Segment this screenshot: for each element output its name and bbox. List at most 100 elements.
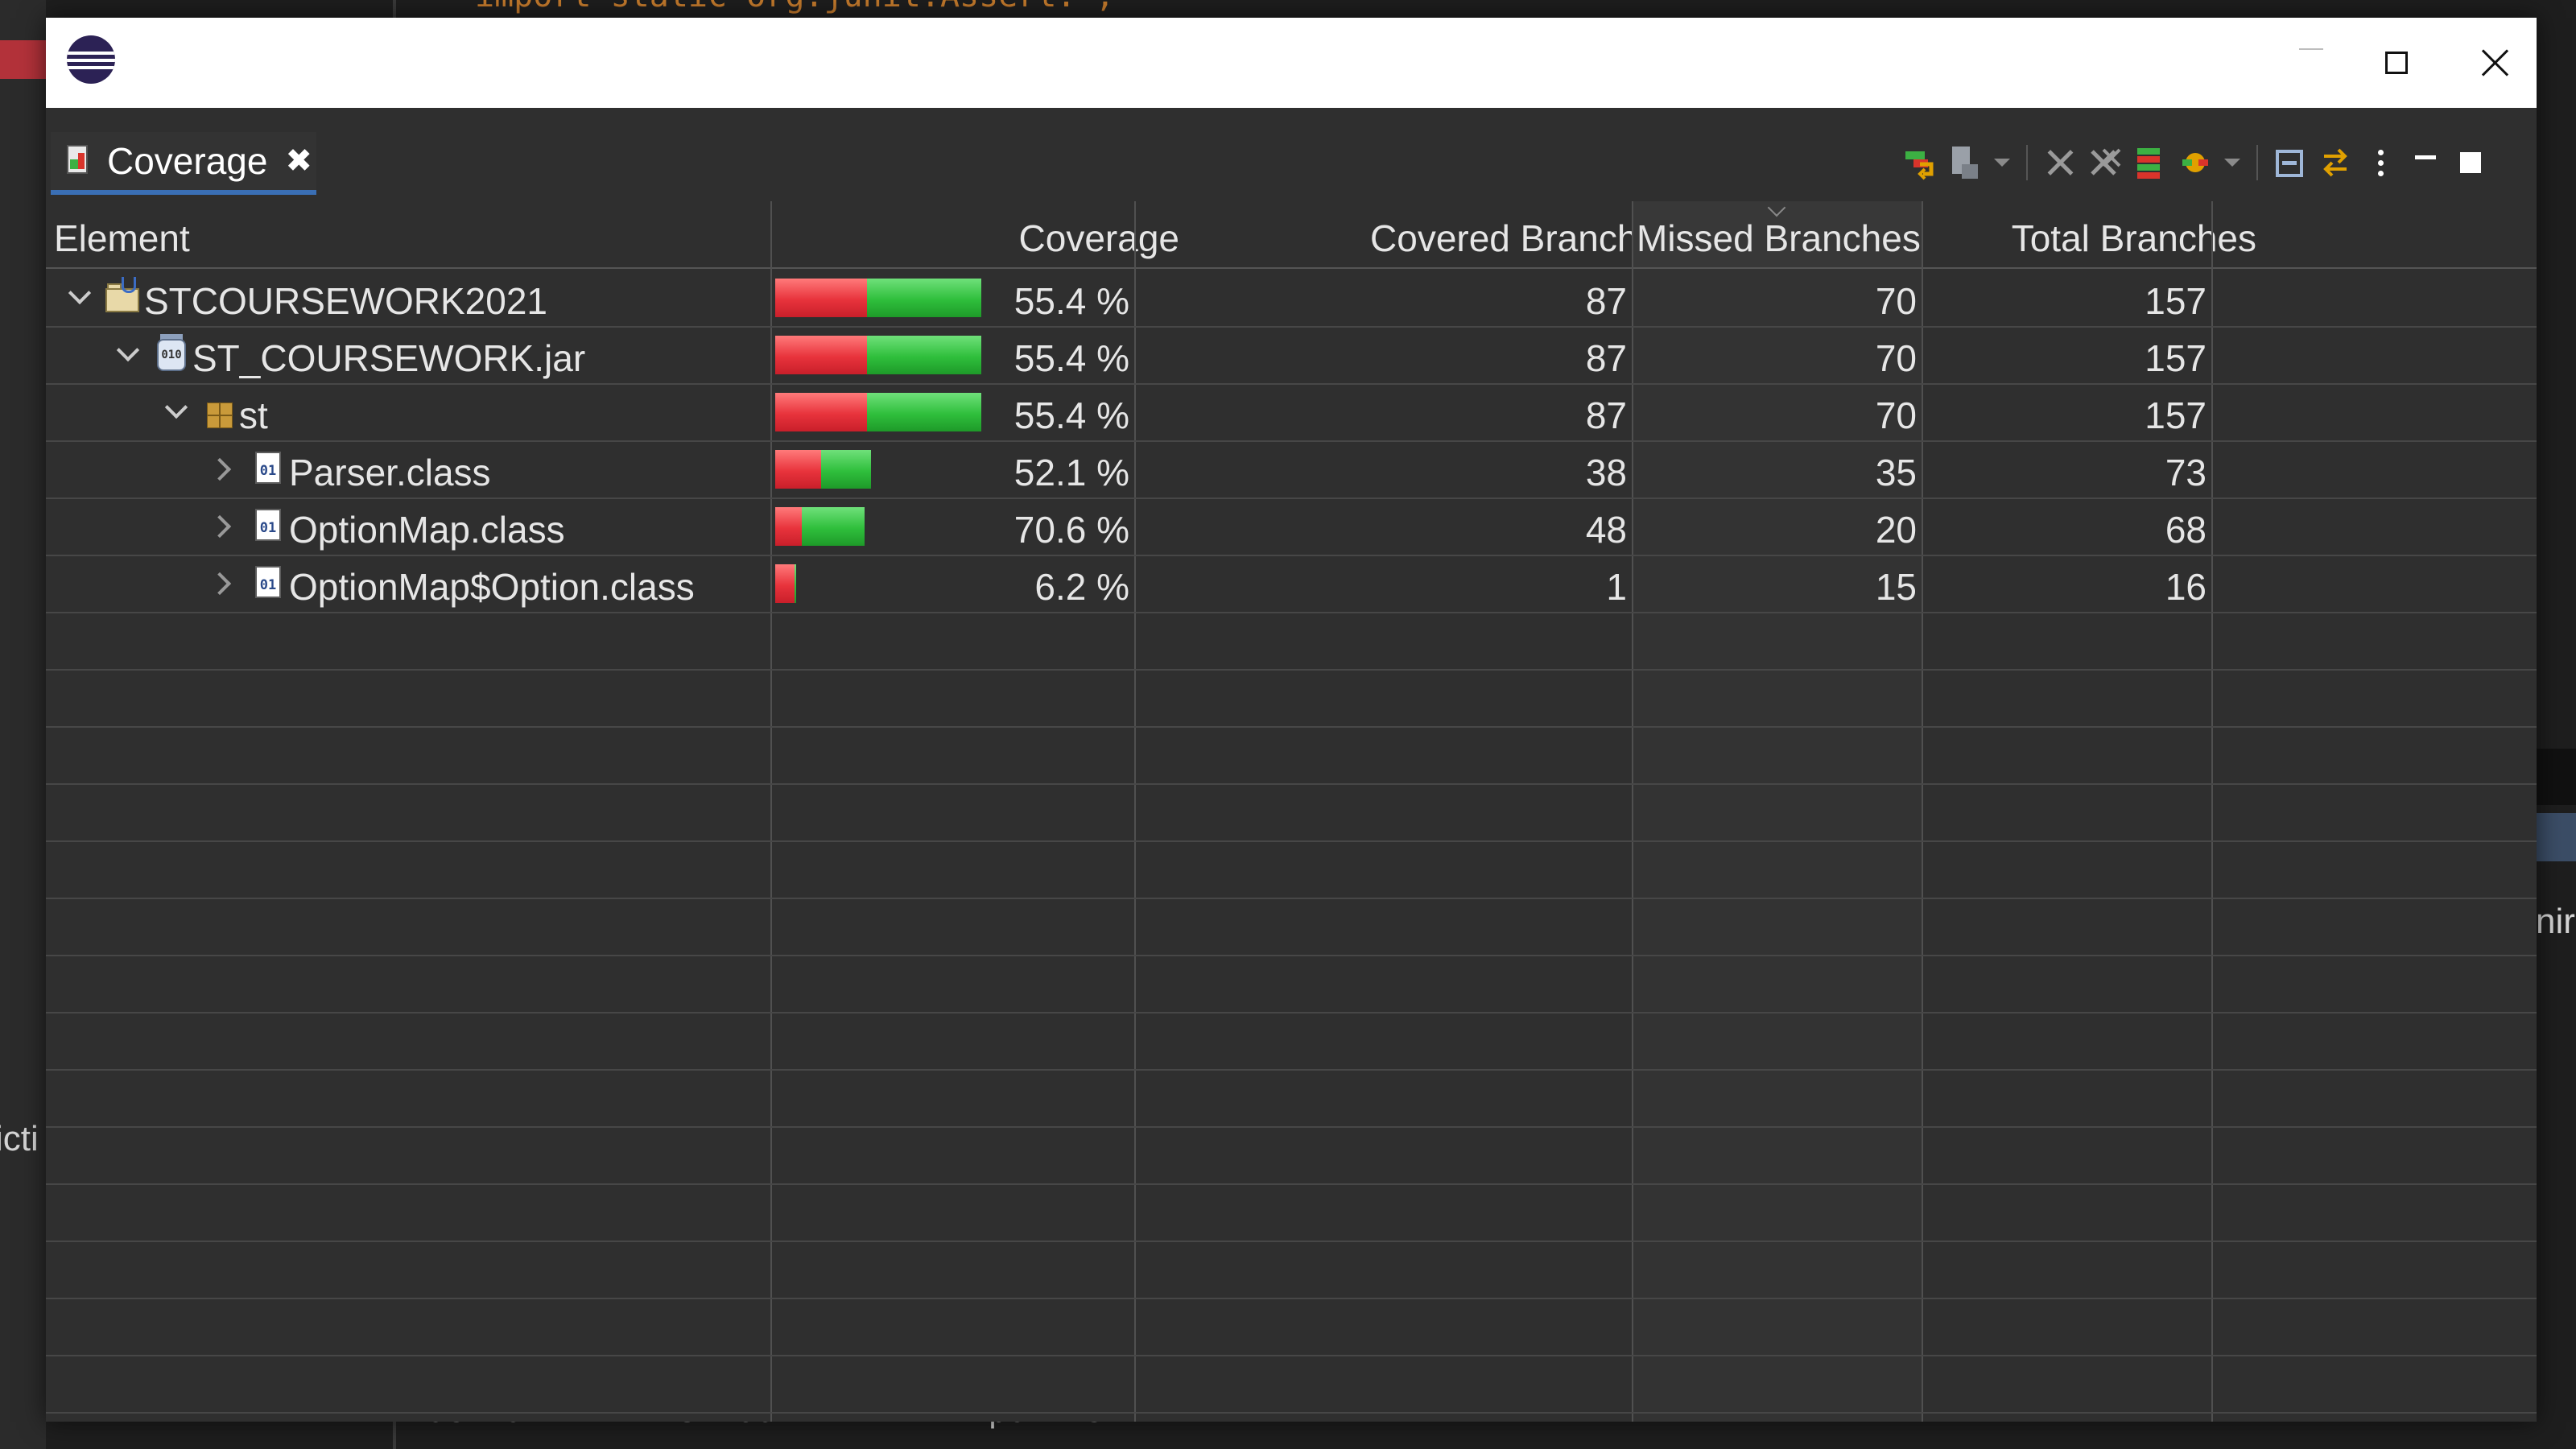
element-name: OptionMap.class xyxy=(289,509,565,551)
maximize-view-button[interactable] xyxy=(2448,140,2493,185)
class-file-icon: 01 xyxy=(250,563,286,601)
chevron-down-icon[interactable] xyxy=(68,287,88,306)
minimize-view-button[interactable] xyxy=(2403,140,2448,185)
covered-branches-value: 38 xyxy=(1585,452,1627,493)
tab-close-icon[interactable]: ✖ xyxy=(285,142,312,180)
class-file-icon: 01 xyxy=(250,448,286,487)
column-header-coverage[interactable]: Coverage xyxy=(772,201,1183,267)
more-options-icon xyxy=(2377,149,2384,176)
table-row[interactable]: 010 ST_COURSEWORK.jar 55.4 % 87 70 157 xyxy=(46,326,2537,385)
coverage-bar-missed xyxy=(775,450,822,489)
coverage-bar-missed xyxy=(775,393,868,431)
link-with-editor-icon xyxy=(2323,148,2347,177)
table-row xyxy=(46,1012,2537,1071)
table-row[interactable]: st 55.4 % 87 70 157 xyxy=(46,383,2537,442)
chevron-right-icon[interactable] xyxy=(213,458,233,477)
table-row xyxy=(46,612,2537,671)
total-branches-value: 68 xyxy=(2165,509,2207,551)
column-header-element[interactable]: Element xyxy=(51,201,397,267)
left-panel-text-fragment: icti xyxy=(0,1119,39,1158)
view-menu-button[interactable] xyxy=(2358,140,2403,185)
right-panel-dark-block xyxy=(2536,749,2576,805)
chevron-down-icon xyxy=(1994,159,2010,167)
element-name: OptionMap$Option.class xyxy=(289,566,695,608)
package-icon xyxy=(202,391,237,430)
table-row xyxy=(46,898,2537,956)
coverage-percent: 70.6 % xyxy=(1013,509,1129,551)
coverage-percent: 55.4 % xyxy=(1013,280,1129,322)
coverage-bar-missed xyxy=(775,279,868,317)
remove-all-icon xyxy=(2091,148,2121,175)
column-header-covered-branches[interactable]: Covered Branches xyxy=(1183,201,1680,267)
coverage-bar-missed xyxy=(775,507,802,546)
select-session-button[interactable] xyxy=(2173,140,2218,185)
merge-sessions-icon xyxy=(2137,148,2160,179)
merge-sessions-button[interactable] xyxy=(2128,140,2173,185)
element-name: Parser.class xyxy=(289,452,491,493)
total-branches-value: 157 xyxy=(2145,280,2207,322)
coverage-bar xyxy=(775,393,981,431)
coverage-window: Coverage ✖ Element Coverage Covered Bran… xyxy=(46,18,2537,1422)
chevron-down-icon[interactable] xyxy=(117,344,136,363)
view-tab-bar: Coverage ✖ xyxy=(46,108,2537,201)
coverage-report-icon xyxy=(65,145,91,177)
chevron-right-icon[interactable] xyxy=(213,515,233,535)
remove-all-sessions-button[interactable] xyxy=(2083,140,2128,185)
close-window-button[interactable] xyxy=(2466,39,2524,87)
remove-session-button[interactable] xyxy=(2037,140,2083,185)
coverage-bar-missed xyxy=(775,336,868,374)
table-row[interactable]: 01 Parser.class 52.1 % 38 35 73 xyxy=(46,440,2537,499)
chevron-down-icon[interactable] xyxy=(165,401,184,420)
dump-execution-data-button[interactable] xyxy=(1942,140,1988,185)
table-row xyxy=(46,840,2537,899)
left-panel-background xyxy=(0,0,46,1449)
coverage-percent: 6.2 % xyxy=(1034,566,1129,608)
relaunch-coverage-button[interactable] xyxy=(1897,140,1942,185)
table-row xyxy=(46,955,2537,1013)
covered-branches-value: 87 xyxy=(1585,280,1627,322)
left-panel-red-marker xyxy=(0,40,46,79)
column-header-total-branches[interactable]: Total Branches xyxy=(1922,201,2260,267)
collapse-all-button[interactable] xyxy=(2268,140,2313,185)
missed-branches-value: 70 xyxy=(1875,337,1917,379)
tab-coverage[interactable]: Coverage ✖ xyxy=(51,132,316,195)
maximize-window-button[interactable] xyxy=(2368,39,2425,87)
remove-icon xyxy=(2044,147,2076,179)
total-branches-value: 157 xyxy=(2145,394,2207,436)
coverage-percent: 52.1 % xyxy=(1013,452,1129,493)
select-session-dropdown[interactable] xyxy=(2218,140,2247,185)
chevron-right-icon[interactable] xyxy=(213,572,233,592)
coverage-bar-covered xyxy=(821,450,872,489)
table-row[interactable]: 01 OptionMap.class 70.6 % 48 20 68 xyxy=(46,497,2537,556)
editor-code-line-top: import static org.junit.Assert.*; xyxy=(475,0,1115,14)
project-icon xyxy=(105,277,141,316)
missed-branches-value: 35 xyxy=(1875,452,1917,493)
link-with-editor-button[interactable] xyxy=(2313,140,2358,185)
table-header: Element Coverage Covered Branches Missed… xyxy=(46,201,2537,269)
table-row[interactable]: 01 OptionMap$Option.class 6.2 % 1 15 16 xyxy=(46,555,2537,613)
dump-data-dropdown[interactable] xyxy=(1988,140,2017,185)
right-panel-text-fragment: nir xyxy=(2536,902,2575,941)
coverage-percent: 55.4 % xyxy=(1013,394,1129,436)
table-row[interactable]: STCOURSEWORK2021 55.4 % 87 70 157 xyxy=(46,269,2537,328)
coverage-percent: 55.4 % xyxy=(1013,337,1129,379)
window-titlebar[interactable] xyxy=(46,18,2537,108)
select-session-icon xyxy=(2182,153,2208,172)
total-branches-value: 73 xyxy=(2165,452,2207,493)
table-row xyxy=(46,1183,2537,1242)
coverage-bar-covered xyxy=(795,564,797,603)
coverage-bar xyxy=(775,507,865,546)
right-panel-button[interactable] xyxy=(2536,813,2576,861)
dump-data-icon xyxy=(1952,147,1978,179)
minimize-icon xyxy=(2415,155,2436,159)
minimize-window-button[interactable] xyxy=(2282,39,2340,87)
covered-branches-value: 1 xyxy=(1606,566,1627,608)
coverage-bar xyxy=(775,564,797,603)
coverage-bar xyxy=(775,336,981,374)
maximize-icon xyxy=(2460,152,2481,173)
coverage-table: Element Coverage Covered Branches Missed… xyxy=(46,201,2537,1422)
element-name: STCOURSEWORK2021 xyxy=(144,280,548,322)
coverage-bar xyxy=(775,450,872,489)
jar-icon: 010 xyxy=(154,334,189,373)
table-row xyxy=(46,1126,2537,1185)
